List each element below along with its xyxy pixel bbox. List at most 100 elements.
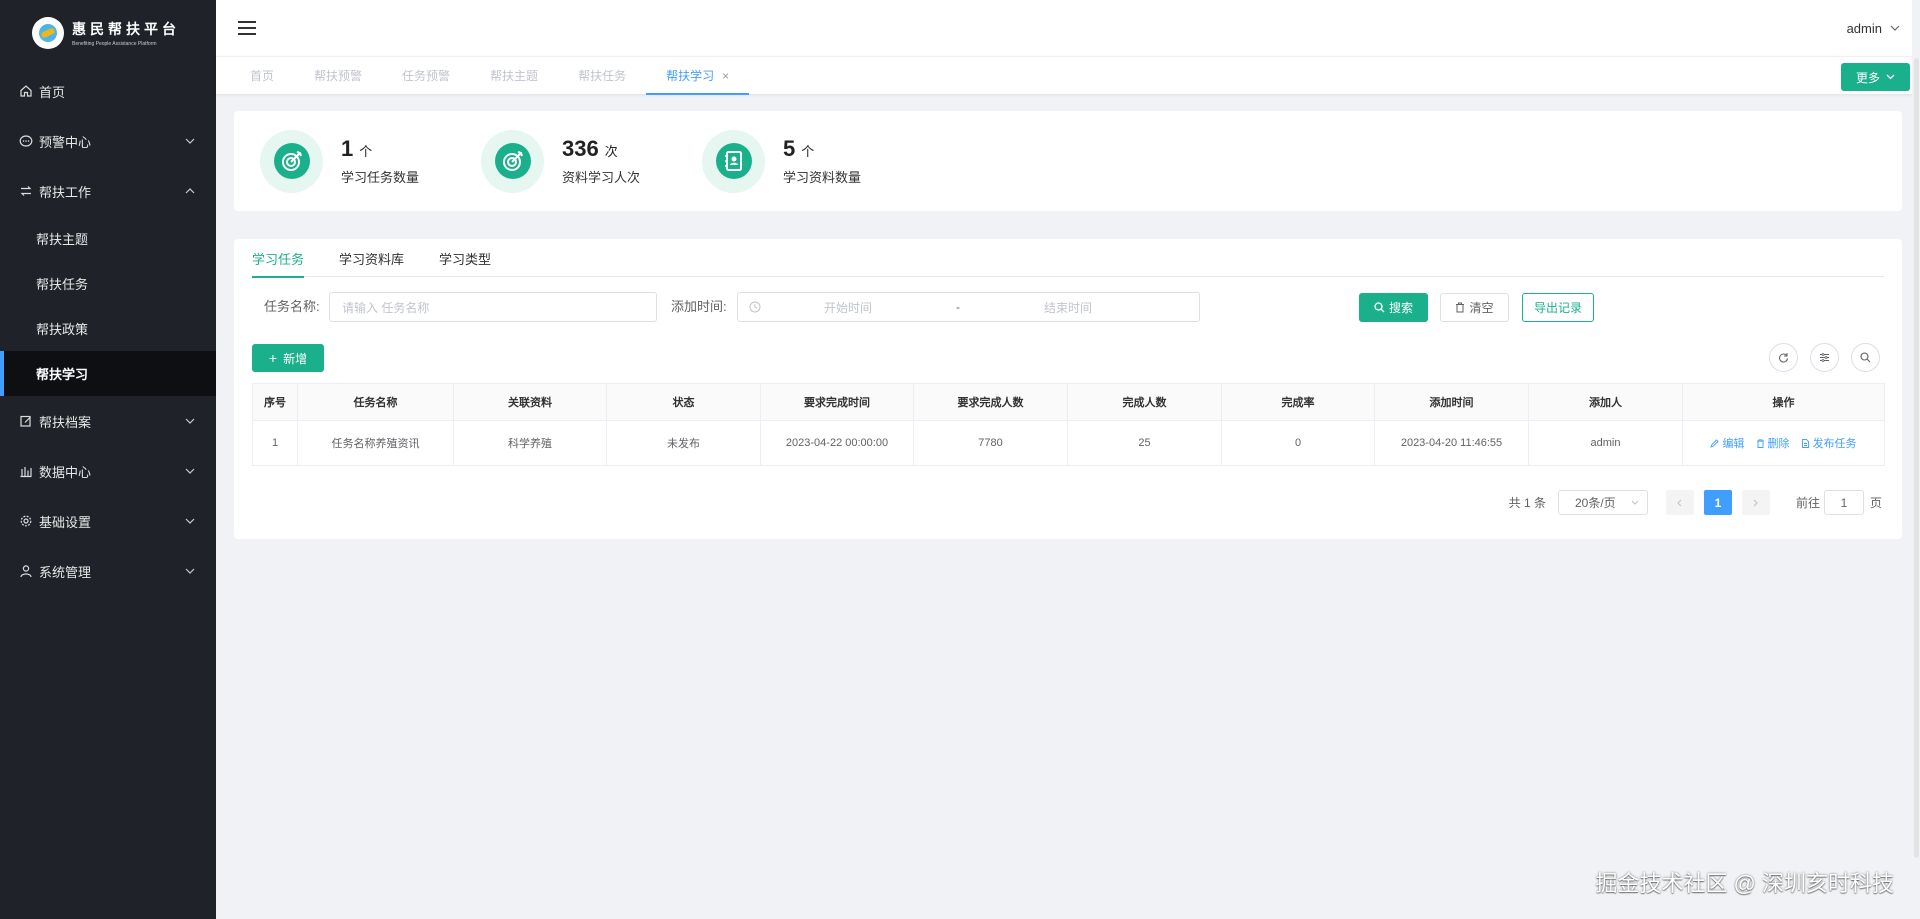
- table-cell: admin: [1528, 420, 1683, 466]
- tab-learning-types[interactable]: 学习类型: [439, 239, 491, 277]
- column-header: 要求完成人数: [913, 383, 1068, 421]
- goto-page-input[interactable]: 1: [1823, 490, 1864, 515]
- next-page-button[interactable]: [1741, 490, 1770, 515]
- table-row: 1 任务名称养殖资讯 科学养殖 未发布 2023-04-22 00:00:00 …: [252, 420, 1885, 466]
- page-tab-assist-warning[interactable]: 帮扶预警: [294, 57, 382, 95]
- sidebar-item-home[interactable]: 首页: [0, 66, 216, 116]
- page-tab-task-warning[interactable]: 任务预警: [382, 57, 470, 95]
- chevron-down-icon: [184, 515, 196, 527]
- table-cell: 2023-04-20 11:46:55: [1374, 420, 1529, 466]
- sidebar-item-assist-archive[interactable]: 帮扶档案: [0, 396, 216, 446]
- sidebar-item-basic-settings[interactable]: 基础设置: [0, 496, 216, 546]
- delete-button[interactable]: 删除: [1756, 438, 1790, 450]
- page-tabs-bar: 首页 帮扶预警 任务预警 帮扶主题 帮扶任务 帮扶学习 × 更多: [216, 56, 1920, 95]
- sidebar-item-warning-center[interactable]: 预警中心: [0, 116, 216, 166]
- column-header: 添加时间: [1374, 383, 1529, 421]
- add-button[interactable]: + 新增: [252, 344, 324, 372]
- sidebar-item-assist-learning[interactable]: 帮扶学习: [0, 351, 216, 396]
- watermark: 掘金技术社区 @ 深圳亥时科技: [1595, 871, 1894, 896]
- column-settings-icon[interactable]: [1810, 343, 1839, 372]
- user-icon: [18, 563, 34, 579]
- add-time-range-picker[interactable]: 开始时间 - 结束时间: [737, 292, 1200, 322]
- stat-value: 5: [783, 136, 796, 161]
- chevron-left-icon: [1677, 499, 1682, 506]
- page-suffix: 页: [1869, 496, 1882, 510]
- page-tab-assist-task[interactable]: 帮扶任务: [558, 57, 646, 95]
- tab-material-library[interactable]: 学习资料库: [339, 239, 404, 277]
- tab-learning-tasks[interactable]: 学习任务: [252, 239, 305, 278]
- column-header: 操作: [1682, 383, 1885, 421]
- stat-material-views: 336 次 资料学习人次: [481, 129, 702, 193]
- trash-icon: [1756, 439, 1764, 448]
- chevron-down-icon: [1890, 25, 1900, 31]
- edit-icon: [1710, 439, 1720, 448]
- transfer-icon: [18, 183, 34, 199]
- user-menu[interactable]: admin: [1847, 21, 1900, 36]
- target-icon: [273, 143, 310, 179]
- page-size-select[interactable]: 20条/页: [1557, 490, 1648, 515]
- stat-learning-materials: 5个 学习资料数量: [702, 129, 923, 193]
- row-actions: 编辑 删除 发布任务: [1682, 420, 1885, 466]
- trash-icon: [1456, 302, 1465, 313]
- menu-toggle-icon[interactable]: [238, 21, 256, 35]
- end-time-input[interactable]: 结束时间: [988, 299, 1148, 316]
- page-tab-home[interactable]: 首页: [230, 57, 294, 95]
- username: admin: [1846, 20, 1882, 36]
- app-logo[interactable]: 惠民帮扶平台 Benefiting People Assistance Plat…: [0, 0, 216, 66]
- pagination: 共 1 条 20条/页 1 前往 1 页: [1509, 490, 1882, 515]
- top-header: admin: [216, 0, 1920, 56]
- page-number[interactable]: 1: [1703, 490, 1732, 515]
- sidebar-item-assist-work[interactable]: 帮扶工作: [0, 166, 216, 216]
- close-icon[interactable]: ×: [722, 69, 729, 83]
- refresh-icon[interactable]: [1769, 343, 1798, 372]
- sidebar-item-assist-task[interactable]: 帮扶任务: [0, 261, 216, 306]
- stat-label: 学习资料数量: [783, 170, 862, 185]
- task-name-input[interactable]: 请输入 任务名称: [329, 292, 657, 322]
- export-records-button[interactable]: 导出记录: [1522, 293, 1594, 322]
- column-header: 完成人数: [1067, 383, 1222, 421]
- chevron-down-icon: [184, 135, 196, 147]
- edit-icon: [18, 413, 34, 429]
- sidebar-item-data-center[interactable]: 数据中心: [0, 446, 216, 496]
- home-icon: [18, 83, 34, 99]
- stat-value: 336: [562, 136, 599, 161]
- page-tab-assist-topic[interactable]: 帮扶主题: [470, 57, 558, 95]
- prev-page-button[interactable]: [1665, 490, 1694, 515]
- document-icon: [1801, 439, 1809, 448]
- message-icon: [18, 133, 34, 149]
- clear-button[interactable]: 清空: [1440, 293, 1509, 322]
- search-icon[interactable]: [1851, 343, 1880, 372]
- stats-card: 1个 学习任务数量 336 次 资料学习人次 5个 学习资料数量: [234, 111, 1902, 211]
- edit-button[interactable]: 编辑: [1710, 438, 1744, 450]
- stat-label: 学习任务数量: [341, 170, 420, 185]
- chevron-down-icon: [1631, 500, 1639, 505]
- chevron-down-icon: [1886, 74, 1895, 80]
- table-tools: [1757, 343, 1880, 372]
- more-button[interactable]: 更多: [1841, 63, 1910, 91]
- publish-task-button[interactable]: 发布任务: [1801, 438, 1857, 450]
- column-header: 添加人: [1528, 383, 1683, 421]
- start-time-input[interactable]: 开始时间: [768, 299, 928, 316]
- chart-icon: [18, 463, 34, 479]
- chevron-right-icon: [1754, 499, 1759, 506]
- search-button[interactable]: 搜索: [1359, 293, 1428, 322]
- clock-icon: [749, 301, 761, 313]
- plus-icon: +: [268, 350, 278, 366]
- stat-unit: 个: [359, 144, 373, 159]
- content-tabs: 学习任务 学习资料库 学习类型: [252, 239, 1884, 278]
- page-scrollbar[interactable]: [1912, 0, 1920, 919]
- learning-task-table: 序号 任务名称 关联资料 状态 要求完成时间 要求完成人数 完成人数 完成率 添…: [252, 383, 1885, 466]
- sidebar-item-system-management[interactable]: 系统管理: [0, 546, 216, 596]
- page-tab-assist-learning[interactable]: 帮扶学习 ×: [646, 57, 750, 95]
- table-cell: 7780: [913, 420, 1068, 466]
- table-header-row: 序号 任务名称 关联资料 状态 要求完成时间 要求完成人数 完成人数 完成率 添…: [252, 383, 1885, 421]
- contact-book-icon: [715, 143, 752, 179]
- sidebar-item-assist-topic[interactable]: 帮扶主题: [0, 216, 216, 261]
- stat-unit: 次: [604, 144, 618, 159]
- column-header: 要求完成时间: [760, 383, 914, 421]
- column-header: 关联资料: [453, 383, 607, 421]
- filter-bar: 任务名称: 请输入 任务名称 添加时间: 开始时间 - 结束时间 搜索 清空 导…: [234, 292, 1902, 322]
- stat-value: 1: [341, 136, 354, 161]
- sidebar-item-assist-policy[interactable]: 帮扶政策: [0, 306, 216, 351]
- add-time-label: 添加时间:: [671, 299, 727, 314]
